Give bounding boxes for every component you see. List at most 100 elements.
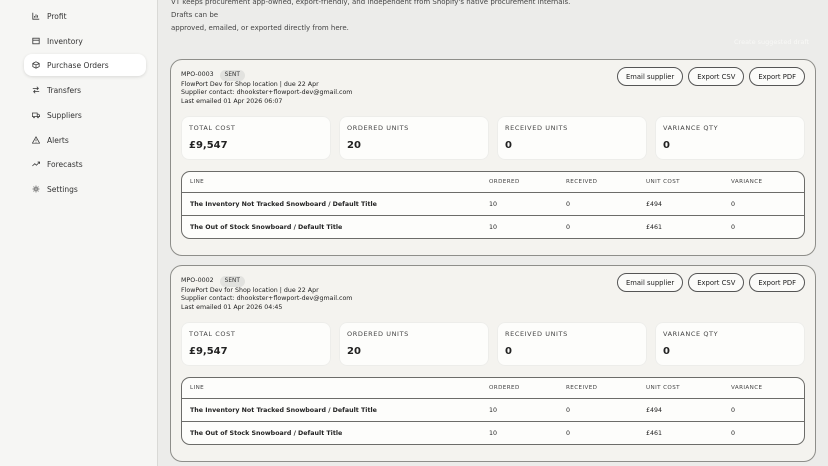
stat-label: TOTAL COST xyxy=(189,124,236,132)
gear-icon xyxy=(32,185,40,193)
line-received: 0 xyxy=(566,407,571,414)
sidebar-item-forecasts[interactable]: Forecasts xyxy=(24,153,146,175)
column-header-ordered: ORDERED xyxy=(489,179,520,185)
column-header-unit-cost: UNIT COST xyxy=(646,385,680,391)
stat-total-cost: TOTAL COST £9,547 xyxy=(181,116,331,160)
table-row: The Inventory Not Tracked Snowboard / De… xyxy=(182,399,804,422)
purchase-order-card: MPO-0002 SENT FlowPort Dev for Shop locat… xyxy=(170,265,816,462)
line-unit-cost: £494 xyxy=(646,407,663,414)
line-unit-cost: £494 xyxy=(646,201,663,208)
sidebar-item-purchase-orders[interactable]: Purchase Orders xyxy=(24,54,146,76)
export-pdf-button[interactable]: Export PDF xyxy=(749,67,805,86)
sidebar-item-label: Transfers xyxy=(47,85,82,95)
column-header-line: LINE xyxy=(190,179,205,185)
column-header-ordered: ORDERED xyxy=(489,385,520,391)
column-header-unit-cost: UNIT COST xyxy=(646,179,680,185)
po-stats: TOTAL COST £9,547 ORDERED UNITS 20 RECEI… xyxy=(181,322,805,366)
create-suggested-draft-button[interactable]: Create suggested draft xyxy=(734,38,809,46)
sidebar-item-profit[interactable]: Profit xyxy=(24,5,146,27)
stat-value: £9,547 xyxy=(189,346,228,357)
sidebar-item-label: Alerts xyxy=(47,135,69,145)
po-last-emailed: Last emailed 01 Apr 2026 06:07 xyxy=(181,97,283,105)
status-badge: SENT xyxy=(219,276,245,287)
line-received: 0 xyxy=(566,224,571,231)
export-csv-button[interactable]: Export CSV xyxy=(688,67,745,86)
column-header-received: RECEIVED xyxy=(566,179,598,185)
stat-label: TOTAL COST xyxy=(189,330,236,338)
table-row: The Out of Stock Snowboard / Default Tit… xyxy=(182,216,804,238)
transfer-icon xyxy=(32,86,40,94)
table-header: LINE ORDERED RECEIVED UNIT COST VARIANCE xyxy=(182,378,804,399)
line-ordered: 10 xyxy=(489,407,498,414)
po-location: FlowPort Dev for Shop location | due 22 … xyxy=(181,286,319,294)
sidebar-item-settings[interactable]: Settings xyxy=(24,178,146,200)
trend-icon xyxy=(32,161,40,167)
stat-value: 0 xyxy=(505,346,512,357)
column-header-received: RECEIVED xyxy=(566,385,598,391)
po-actions: Email supplier Export CSV Export PDF xyxy=(616,273,805,292)
box-icon xyxy=(32,37,40,45)
line-ordered: 10 xyxy=(489,224,498,231)
sidebar-item-inventory[interactable]: Inventory xyxy=(24,30,146,52)
po-lines-table: LINE ORDERED RECEIVED UNIT COST VARIANCE… xyxy=(181,377,805,445)
stat-label: VARIANCE QTY xyxy=(663,124,719,132)
purchase-order-card: MPO-0003 SENT FlowPort Dev for Shop locat… xyxy=(170,59,816,256)
line-name: The Inventory Not Tracked Snowboard / De… xyxy=(190,201,377,208)
po-location: FlowPort Dev for Shop location | due 22 … xyxy=(181,80,319,88)
stat-value: 20 xyxy=(347,140,361,151)
alert-icon xyxy=(32,136,40,144)
line-name: The Out of Stock Snowboard / Default Tit… xyxy=(190,224,343,231)
stat-total-cost: TOTAL COST £9,547 xyxy=(181,322,331,366)
po-number: MPO-0003 xyxy=(181,71,214,78)
stat-label: ORDERED UNITS xyxy=(347,124,409,132)
line-variance: 0 xyxy=(731,224,736,231)
stat-variance-qty: VARIANCE QTY 0 xyxy=(655,116,805,160)
line-received: 0 xyxy=(566,430,571,437)
po-header: MPO-0003 SENT FlowPort Dev for Shop locat… xyxy=(181,70,352,106)
stat-value: £9,547 xyxy=(189,140,228,151)
sidebar-item-label: Settings xyxy=(47,184,78,194)
table-row: The Out of Stock Snowboard / Default Tit… xyxy=(182,422,804,444)
stat-value: 0 xyxy=(505,140,512,151)
export-csv-button[interactable]: Export CSV xyxy=(688,273,745,292)
truck-icon xyxy=(32,112,40,119)
stat-received-units: RECEIVED UNITS 0 xyxy=(497,322,647,366)
line-ordered: 10 xyxy=(489,430,498,437)
status-badge: SENT xyxy=(219,70,245,81)
po-lines-table: LINE ORDERED RECEIVED UNIT COST VARIANCE… xyxy=(181,171,805,239)
line-variance: 0 xyxy=(731,430,736,437)
email-supplier-button[interactable]: Email supplier xyxy=(616,273,684,292)
po-number: MPO-0002 xyxy=(181,277,214,284)
line-variance: 0 xyxy=(731,201,736,208)
intro-text: VT keeps procurement app-owned, export-f… xyxy=(171,0,591,35)
column-header-variance: VARIANCE xyxy=(731,179,763,185)
line-unit-cost: £461 xyxy=(646,430,663,437)
sidebar-item-suppliers[interactable]: Suppliers xyxy=(24,104,146,126)
intro-line-1: VT keeps procurement app-owned, export-f… xyxy=(171,0,571,19)
export-pdf-button[interactable]: Export PDF xyxy=(749,273,805,292)
sidebar: Profit Inventory Purchase Orders Transfe… xyxy=(0,0,158,466)
stat-variance-qty: VARIANCE QTY 0 xyxy=(655,322,805,366)
table-row: The Inventory Not Tracked Snowboard / De… xyxy=(182,193,804,216)
po-last-emailed: Last emailed 01 Apr 2026 04:45 xyxy=(181,303,283,311)
po-actions: Email supplier Export CSV Export PDF xyxy=(616,67,805,86)
sidebar-item-label: Inventory xyxy=(47,36,83,46)
stat-received-units: RECEIVED UNITS 0 xyxy=(497,116,647,160)
stat-label: RECEIVED UNITS xyxy=(505,330,568,338)
column-header-line: LINE xyxy=(190,385,205,391)
stat-label: ORDERED UNITS xyxy=(347,330,409,338)
sidebar-item-alerts[interactable]: Alerts xyxy=(24,129,146,151)
stat-ordered-units: ORDERED UNITS 20 xyxy=(339,322,489,366)
line-variance: 0 xyxy=(731,407,736,414)
line-name: The Out of Stock Snowboard / Default Tit… xyxy=(190,430,343,437)
sidebar-item-transfers[interactable]: Transfers xyxy=(24,79,146,101)
email-supplier-button[interactable]: Email supplier xyxy=(616,67,684,86)
line-unit-cost: £461 xyxy=(646,224,663,231)
column-header-variance: VARIANCE xyxy=(731,385,763,391)
line-ordered: 10 xyxy=(489,201,498,208)
stat-value: 0 xyxy=(663,346,670,357)
sidebar-item-label: Purchase Orders xyxy=(47,60,109,70)
table-header: LINE ORDERED RECEIVED UNIT COST VARIANCE xyxy=(182,172,804,193)
chart-icon xyxy=(32,12,40,20)
stat-value: 0 xyxy=(663,140,670,151)
